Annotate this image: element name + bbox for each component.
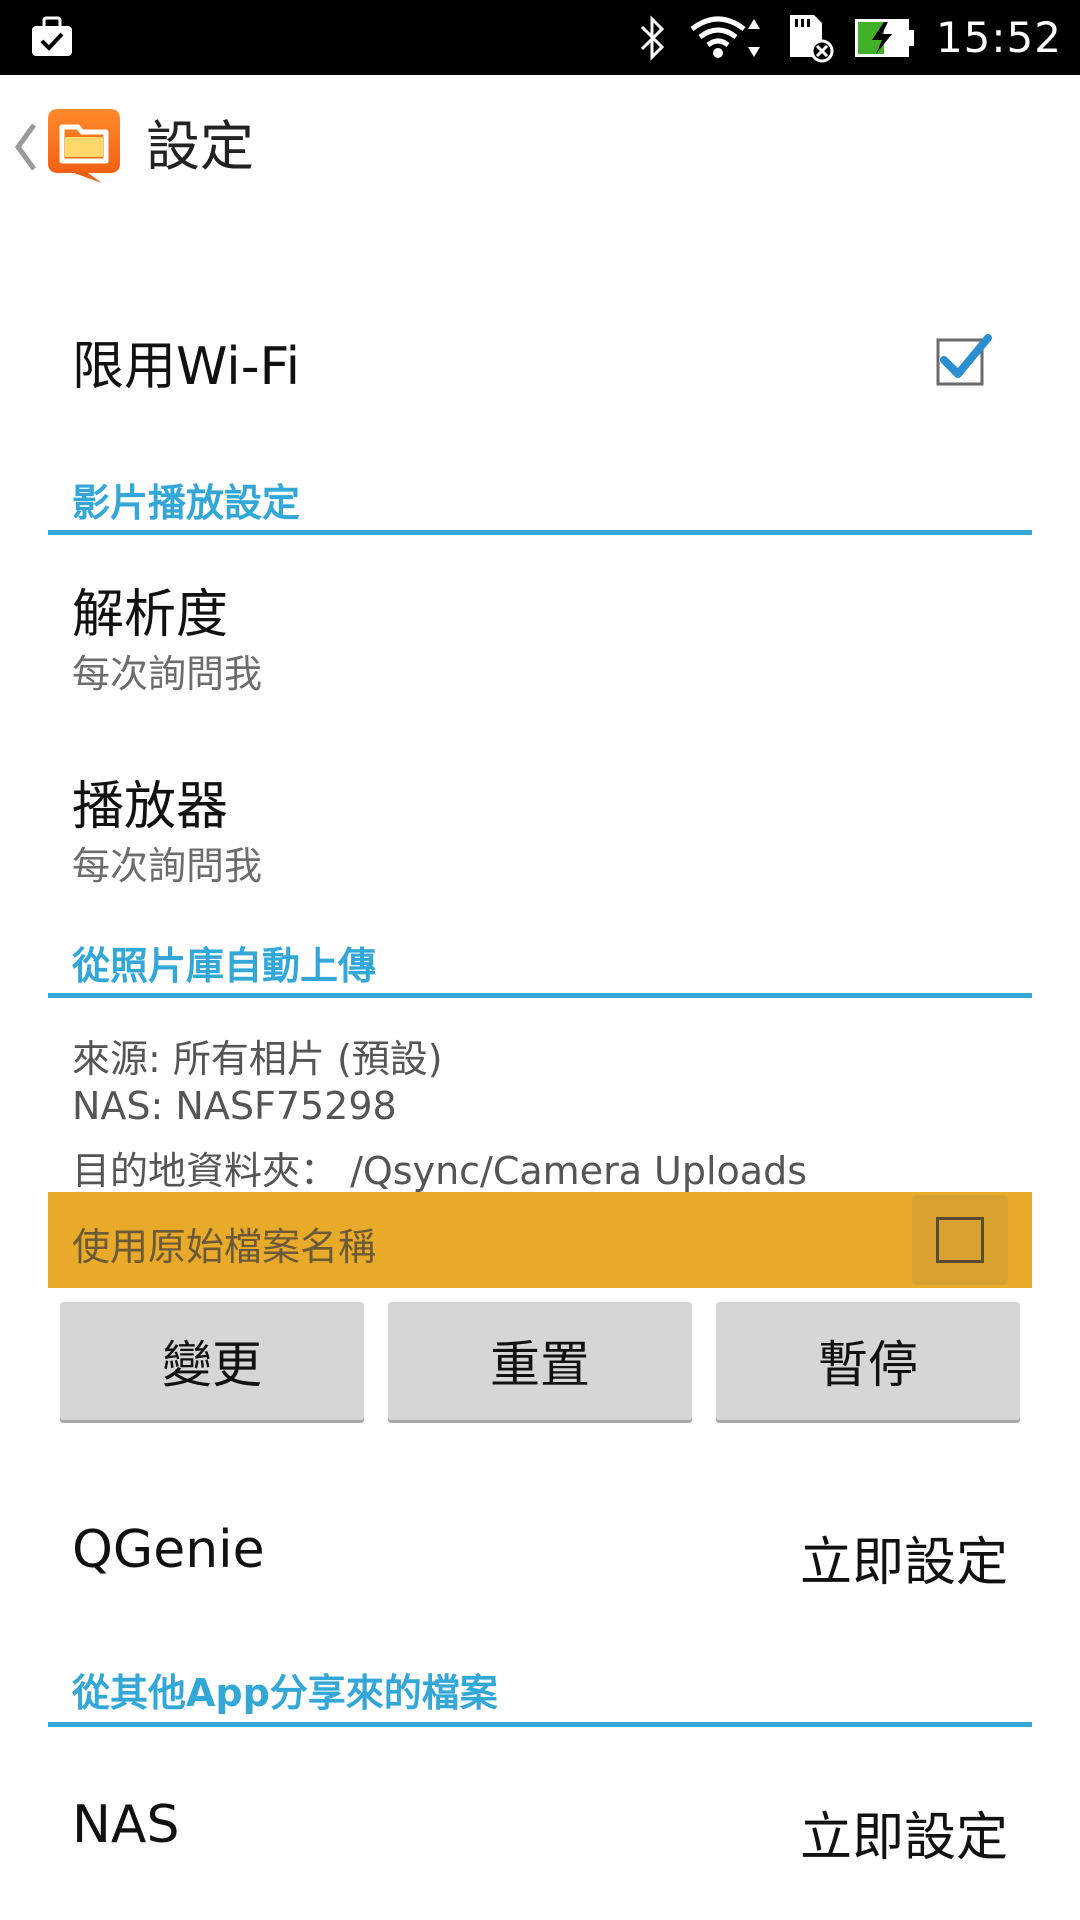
section-divider <box>48 530 1032 535</box>
original-filename-checkbox[interactable] <box>936 1217 984 1263</box>
wifi-icon <box>690 16 760 58</box>
wifi-only-label: 限用Wi-Fi <box>72 337 301 397</box>
upload-nas: NAS: NASF75298 <box>72 1084 397 1128</box>
wifi-only-checkbox[interactable] <box>932 330 992 390</box>
upload-source: 來源: 所有相片 (預設) <box>72 1037 443 1081</box>
player-value: 每次詢問我 <box>72 844 263 888</box>
original-filename-checkbox-area[interactable] <box>912 1195 1008 1285</box>
bluetooth-icon <box>640 14 665 61</box>
section-header-video: 影片播放設定 <box>72 481 301 525</box>
pause-button[interactable]: 暫停 <box>716 1302 1020 1420</box>
nas-label: NAS <box>72 1795 180 1855</box>
original-filename-label: 使用原始檔案名稱 <box>72 1225 377 1269</box>
back-chevron-icon[interactable] <box>10 117 40 177</box>
status-bar: 15:52 <box>0 0 1080 75</box>
section-divider <box>48 993 1032 998</box>
change-button[interactable]: 變更 <box>60 1302 364 1420</box>
reset-button[interactable]: 重置 <box>388 1302 692 1420</box>
section-divider <box>48 1722 1032 1727</box>
qgenie-setup-link[interactable]: 立即設定 <box>800 1520 1008 1595</box>
sd-card-icon <box>789 14 834 62</box>
nas-setup-link[interactable]: 立即設定 <box>800 1795 1008 1870</box>
briefcase-check-icon <box>32 16 72 56</box>
qgenie-label: QGenie <box>72 1520 265 1580</box>
status-time: 15:52 <box>935 13 1062 62</box>
section-header-auto-upload: 從照片庫自動上傳 <box>72 944 377 988</box>
original-filename-row[interactable]: 使用原始檔案名稱 <box>48 1192 1032 1288</box>
app-logo-icon[interactable] <box>44 105 124 185</box>
app-bar: 設定 <box>0 75 1080 220</box>
upload-destination: 目的地資料夾： /Qsync/Camera Uploads <box>72 1149 808 1193</box>
resolution-value: 每次詢問我 <box>72 652 263 696</box>
battery-charging-icon <box>854 18 914 57</box>
section-header-shared: 從其他App分享來的檔案 <box>72 1671 498 1715</box>
resolution-title: 解析度 <box>72 585 229 645</box>
page-title: 設定 <box>146 115 254 178</box>
player-title: 播放器 <box>72 777 229 837</box>
